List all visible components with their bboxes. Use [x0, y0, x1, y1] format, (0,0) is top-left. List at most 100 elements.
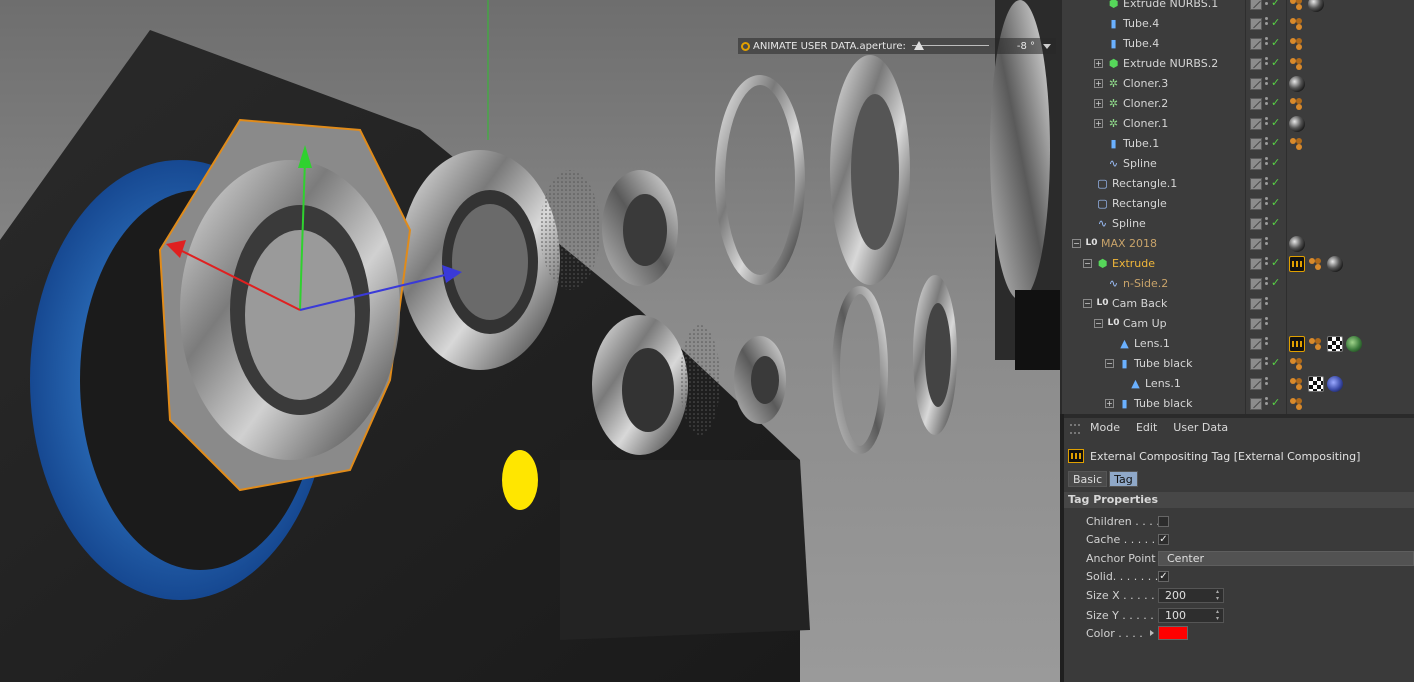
object-name[interactable]: Tube black [1134, 397, 1192, 410]
object-row[interactable]: + ✲ Cloner.1 ✓ [1062, 114, 1414, 134]
object-row[interactable]: ∿ n-Side.2 ✓ [1062, 274, 1414, 294]
dots-tag-icon[interactable] [1289, 56, 1305, 72]
object-row[interactable]: − L0 MAX 2018 [1062, 234, 1414, 254]
visibility-dots-icon[interactable] [1265, 177, 1269, 191]
object-name[interactable]: Extrude NURBS.1 [1123, 0, 1218, 10]
object-name[interactable]: Tube.4 [1123, 17, 1159, 30]
object-name[interactable]: Cam Back [1112, 297, 1167, 310]
object-row[interactable]: ∿ Spline ✓ [1062, 214, 1414, 234]
dots-tag-icon[interactable] [1289, 36, 1305, 52]
aperture-slider[interactable] [911, 38, 1017, 54]
layer-icon[interactable] [1250, 78, 1262, 90]
collapse-minus-icon[interactable]: − [1083, 259, 1092, 268]
visibility-dots-icon[interactable] [1265, 357, 1269, 371]
enabled-check-icon[interactable]: ✓ [1271, 56, 1280, 69]
chevron-down-icon[interactable] [1043, 43, 1051, 49]
animate-indicator-icon[interactable] [741, 41, 750, 51]
dots-tag-icon[interactable] [1289, 136, 1305, 152]
layer-icon[interactable] [1250, 0, 1262, 10]
object-name[interactable]: Cloner.2 [1123, 97, 1168, 110]
object-row[interactable]: ▢ Rectangle ✓ [1062, 194, 1414, 214]
visibility-dots-icon[interactable] [1265, 37, 1269, 51]
object-row[interactable]: + ⬢ Extrude NURBS.2 ✓ [1062, 54, 1414, 74]
layer-icon[interactable] [1250, 398, 1262, 410]
layer-icon[interactable] [1250, 138, 1262, 150]
object-row[interactable]: − ▮ Tube black ✓ [1062, 354, 1414, 374]
enabled-check-icon[interactable]: ✓ [1271, 116, 1280, 129]
layer-icon[interactable] [1250, 258, 1262, 270]
layer-icon[interactable] [1250, 98, 1262, 110]
object-name[interactable]: Tube.1 [1123, 137, 1159, 150]
object-row[interactable]: ▮ Tube.1 ✓ [1062, 134, 1414, 154]
comp-tag-icon[interactable] [1289, 336, 1305, 352]
menu-user-data[interactable]: User Data [1173, 421, 1228, 439]
enabled-check-icon[interactable]: ✓ [1271, 196, 1280, 209]
object-name[interactable]: Cloner.1 [1123, 117, 1168, 130]
object-row[interactable]: ▢ Rectangle.1 ✓ [1062, 174, 1414, 194]
solid-checkbox[interactable]: ✓ [1158, 570, 1169, 582]
object-name[interactable]: n-Side.2 [1123, 277, 1168, 290]
object-row[interactable]: ⬢ Extrude NURBS.1 ✓ [1062, 0, 1414, 14]
slider-handle[interactable] [913, 41, 924, 50]
children-checkbox[interactable] [1158, 515, 1169, 527]
visibility-dots-icon[interactable] [1265, 117, 1269, 131]
visibility-dots-icon[interactable] [1265, 237, 1269, 251]
visibility-dots-icon[interactable] [1265, 57, 1269, 71]
enabled-check-icon[interactable]: ✓ [1271, 396, 1280, 409]
visibility-dots-icon[interactable] [1265, 297, 1269, 311]
visibility-dots-icon[interactable] [1265, 0, 1269, 11]
object-name[interactable]: Cam Up [1123, 317, 1167, 330]
collapse-minus-icon[interactable]: − [1072, 239, 1081, 248]
object-row[interactable]: ▲ Lens.1 [1062, 334, 1414, 354]
expand-plus-icon[interactable]: + [1094, 79, 1103, 88]
blue-tag-icon[interactable] [1327, 376, 1343, 392]
size-x-input[interactable]: 200 [1158, 587, 1224, 603]
tab-tag[interactable]: Tag [1109, 471, 1138, 487]
object-row[interactable]: ▮ Tube.4 ✓ [1062, 34, 1414, 54]
layer-icon[interactable] [1250, 218, 1262, 230]
dots-tag-icon[interactable] [1289, 356, 1305, 372]
object-row[interactable]: ∿ Spline ✓ [1062, 154, 1414, 174]
enabled-check-icon[interactable]: ✓ [1271, 156, 1280, 169]
visibility-dots-icon[interactable] [1265, 77, 1269, 91]
checker-tag-icon[interactable] [1308, 376, 1324, 392]
visibility-dots-icon[interactable] [1265, 137, 1269, 151]
object-row[interactable]: − ⬢ Extrude ✓ [1062, 254, 1414, 274]
object-row[interactable]: + ▮ Tube black ✓ [1062, 394, 1414, 414]
object-row[interactable]: ▲ Lens.1 [1062, 374, 1414, 394]
object-name[interactable]: Rectangle.1 [1112, 177, 1177, 190]
enabled-check-icon[interactable]: ✓ [1271, 176, 1280, 189]
object-row[interactable]: + ✲ Cloner.2 ✓ [1062, 94, 1414, 114]
enabled-check-icon[interactable]: ✓ [1271, 96, 1280, 109]
object-name[interactable]: Cloner.3 [1123, 77, 1168, 90]
sphere-tag-icon[interactable] [1289, 76, 1305, 92]
visibility-dots-icon[interactable] [1265, 257, 1269, 271]
color-swatch[interactable] [1158, 626, 1188, 640]
visibility-dots-icon[interactable] [1265, 217, 1269, 231]
object-manager[interactable]: ⬢ Extrude NURBS.1 ✓ ▮ Tube.4 ✓ ▮ Tube.4 ✓ + ⬢ Extru… [1060, 0, 1414, 414]
object-row[interactable]: ▮ Tube.4 ✓ [1062, 14, 1414, 34]
layer-icon[interactable] [1250, 238, 1262, 250]
tab-basic[interactable]: Basic [1068, 471, 1108, 487]
layer-icon[interactable] [1250, 58, 1262, 70]
dots-tag-icon[interactable] [1289, 396, 1305, 412]
checker-tag-icon[interactable] [1327, 336, 1343, 352]
visibility-dots-icon[interactable] [1265, 377, 1269, 391]
expand-plus-icon[interactable]: + [1094, 99, 1103, 108]
layer-icon[interactable] [1250, 198, 1262, 210]
object-name[interactable]: Lens.1 [1145, 377, 1181, 390]
layer-icon[interactable] [1250, 118, 1262, 130]
green-tag-icon[interactable] [1346, 336, 1362, 352]
sphere-tag-icon[interactable] [1327, 256, 1343, 272]
object-name[interactable]: Tube black [1134, 357, 1192, 370]
sphere-tag-icon[interactable] [1308, 0, 1324, 12]
menu-mode[interactable]: Mode [1090, 421, 1120, 439]
dots-tag-icon[interactable] [1289, 96, 1305, 112]
expand-arrow-icon[interactable] [1150, 630, 1154, 636]
sphere-tag-icon[interactable] [1289, 116, 1305, 132]
expand-plus-icon[interactable]: + [1105, 399, 1114, 408]
sphere-tag-icon[interactable] [1289, 236, 1305, 252]
dots-tag-icon[interactable] [1308, 256, 1324, 272]
visibility-dots-icon[interactable] [1265, 337, 1269, 351]
visibility-dots-icon[interactable] [1265, 97, 1269, 111]
